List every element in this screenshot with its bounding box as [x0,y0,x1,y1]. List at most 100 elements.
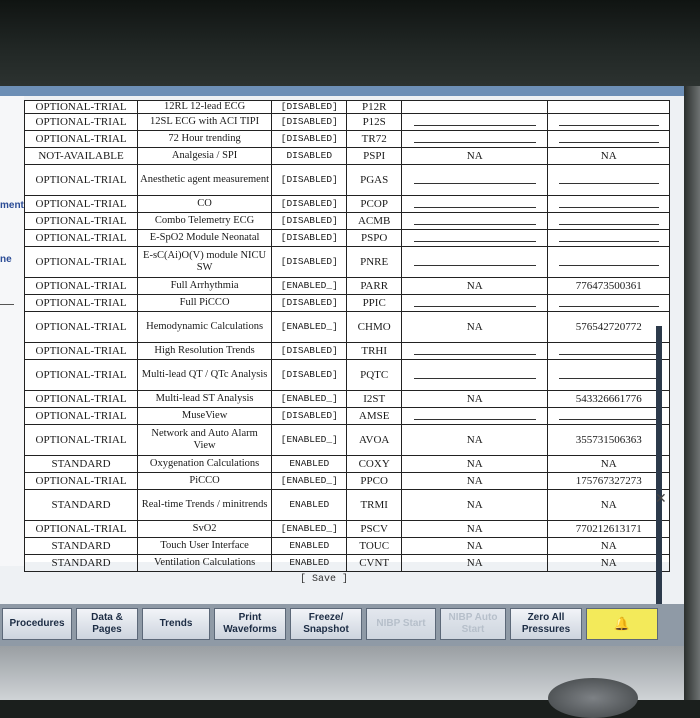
license-cell: 770212613171 [547,520,670,538]
table-row[interactable]: NOT-AVAILABLE Analgesia / SPI DISABLED PSPI… [23,147,670,165]
table-row[interactable]: OPTIONAL-TRIAL Multi-lead QT / QTc Analys… [23,359,670,391]
software-options-table: OPTIONAL-TRIAL 12RL 12-lead ECG [DISABLE… [23,100,670,572]
toolbar-button[interactable]: NIBP Start [366,608,436,640]
status-cell: STANDARD [23,537,139,555]
feature-cell: E-sC(Ai)O(V) module NICU SW [137,246,273,278]
toolbar-button[interactable]: Trends [142,608,210,640]
state-cell: [DISABLED] [271,407,348,425]
table-row[interactable]: OPTIONAL-TRIAL CO [DISABLED] PCOP [23,195,670,213]
state-cell: [DISABLED] [271,100,348,114]
code-cell: TRMI [346,489,402,521]
status-cell: OPTIONAL-TRIAL [23,195,139,213]
entry-underline [558,234,659,242]
license-cell: 543326661776 [547,390,670,408]
state-cell: ENABLED [271,537,348,555]
code-cell: COXY [346,455,402,473]
entry-underline [413,200,536,208]
license-cell: NA [547,489,670,521]
value-cell: NA [400,489,549,521]
toolbar-button[interactable]: Print Waveforms [214,608,286,640]
state-cell: [DISABLED] [271,359,348,391]
entry-underline [558,299,659,307]
feature-cell: Multi-lead QT / QTc Analysis [137,359,273,391]
state-cell: [DISABLED] [271,164,348,196]
status-cell: OPTIONAL-TRIAL [23,246,139,278]
entry-underline [558,135,659,143]
table-row[interactable]: OPTIONAL-TRIAL MuseView [DISABLED] AMSE [23,407,670,425]
table-row[interactable]: OPTIONAL-TRIAL E-SpO2 Module Neonatal [DIS… [23,229,670,247]
entry-underline [413,118,536,126]
entry-underline [413,135,536,143]
toolbar-button[interactable]: NIBP Auto Start [440,608,506,640]
table-row[interactable]: STANDARD Touch User Interface ENABLED TOUC N… [23,537,670,555]
feature-cell: Anesthetic agent measurement [137,164,273,196]
table-row[interactable]: OPTIONAL-TRIAL 12SL ECG with ACI TIPI [DIS… [23,113,670,131]
license-cell [547,164,670,196]
feature-cell: 12SL ECG with ACI TIPI [137,113,273,131]
table-row[interactable]: OPTIONAL-TRIAL SvO2 [ENABLED_] PSCV NA 770212… [23,520,670,538]
state-cell: DISABLED [271,147,348,165]
toolbar-button[interactable]: Zero All Pressures [510,608,582,640]
code-cell: CHMO [346,311,402,343]
value-cell: NA [400,472,549,490]
feature-cell: High Resolution Trends [137,342,273,360]
status-cell: OPTIONAL-TRIAL [23,130,139,148]
table-row[interactable]: OPTIONAL-TRIAL Full PiCCO [DISABLED] PPIC [23,294,670,312]
table-row[interactable]: OPTIONAL-TRIAL PiCCO [ENABLED_] PPCO NA 17576… [23,472,670,490]
feature-cell: Network and Auto Alarm View [137,424,273,456]
entry-underline [558,118,659,126]
table-row[interactable]: OPTIONAL-TRIAL Network and Auto Alarm Vie… [23,424,670,456]
toolbar-button-label: Trends [159,618,193,629]
table-row[interactable]: STANDARD Ventilation Calculations ENABLED C… [23,554,670,572]
license-cell [547,294,670,312]
table-row[interactable]: OPTIONAL-TRIAL High Resolution Trends [DIS… [23,342,670,360]
table-row[interactable]: OPTIONAL-TRIAL Anesthetic agent measureme… [23,164,670,196]
state-cell: [DISABLED] [271,342,348,360]
code-cell: P12R [346,100,402,114]
table-row[interactable]: STANDARD Oxygenation Calculations ENABLED C… [23,455,670,473]
state-cell: [ENABLED_] [271,520,348,538]
entry-underline [413,299,536,307]
state-cell: [DISABLED] [271,246,348,278]
toolbar-button[interactable]: Data & Pages [76,608,138,640]
entry-underline [413,258,536,266]
scrollbar[interactable] [656,326,662,646]
license-cell [547,113,670,131]
table-row[interactable]: OPTIONAL-TRIAL Hemodynamic Calculations [E… [23,311,670,343]
value-cell [400,294,549,312]
close-icon[interactable]: ✕ [655,490,667,507]
code-cell: PSPO [346,229,402,247]
table-row[interactable]: OPTIONAL-TRIAL Full Arrhythmia [ENABLED_] P… [23,277,670,295]
toolbar-button[interactable]: Freeze/ Snapshot [290,608,362,640]
table-row[interactable]: OPTIONAL-TRIAL 72 Hour trending [DISABLED]… [23,130,670,148]
license-cell [547,100,670,114]
value-cell: NA [400,520,549,538]
code-cell: TOUC [346,537,402,555]
status-cell: OPTIONAL-TRIAL [23,390,139,408]
state-cell: [DISABLED] [271,212,348,230]
state-cell: ENABLED [271,455,348,473]
status-cell: OPTIONAL-TRIAL [23,229,139,247]
table-row[interactable]: OPTIONAL-TRIAL Multi-lead ST Analysis [ENA… [23,390,670,408]
entry-underline [558,258,659,266]
table-row-partial: OPTIONAL-TRIAL 12RL 12-lead ECG [DISABLE… [23,100,670,114]
alarm-silence-button[interactable]: 🔔 [586,608,658,640]
left-panel-label[interactable]: ment [0,200,24,211]
status-cell: OPTIONAL-TRIAL [23,424,139,456]
table-row[interactable]: OPTIONAL-TRIAL E-sC(Ai)O(V) module NICU S… [23,246,670,278]
feature-cell: 72 Hour trending [137,130,273,148]
save-button[interactable]: [ Save ] [300,574,348,585]
entry-underline [558,347,659,355]
code-cell: AVOA [346,424,402,456]
status-cell: STANDARD [23,455,139,473]
status-cell: STANDARD [23,554,139,572]
status-cell: OPTIONAL-TRIAL [23,212,139,230]
toolbar-button[interactable]: Procedures [2,608,72,640]
control-knob[interactable] [548,678,638,718]
table-row[interactable]: STANDARD Real-time Trends / minitrends ENA… [23,489,670,521]
table-row[interactable]: OPTIONAL-TRIAL Combo Telemetry ECG [DISABL… [23,212,670,230]
monitor-bezel-right [684,86,700,700]
feature-cell: Combo Telemetry ECG [137,212,273,230]
left-panel-label[interactable]: ne [0,254,12,265]
license-cell [547,229,670,247]
